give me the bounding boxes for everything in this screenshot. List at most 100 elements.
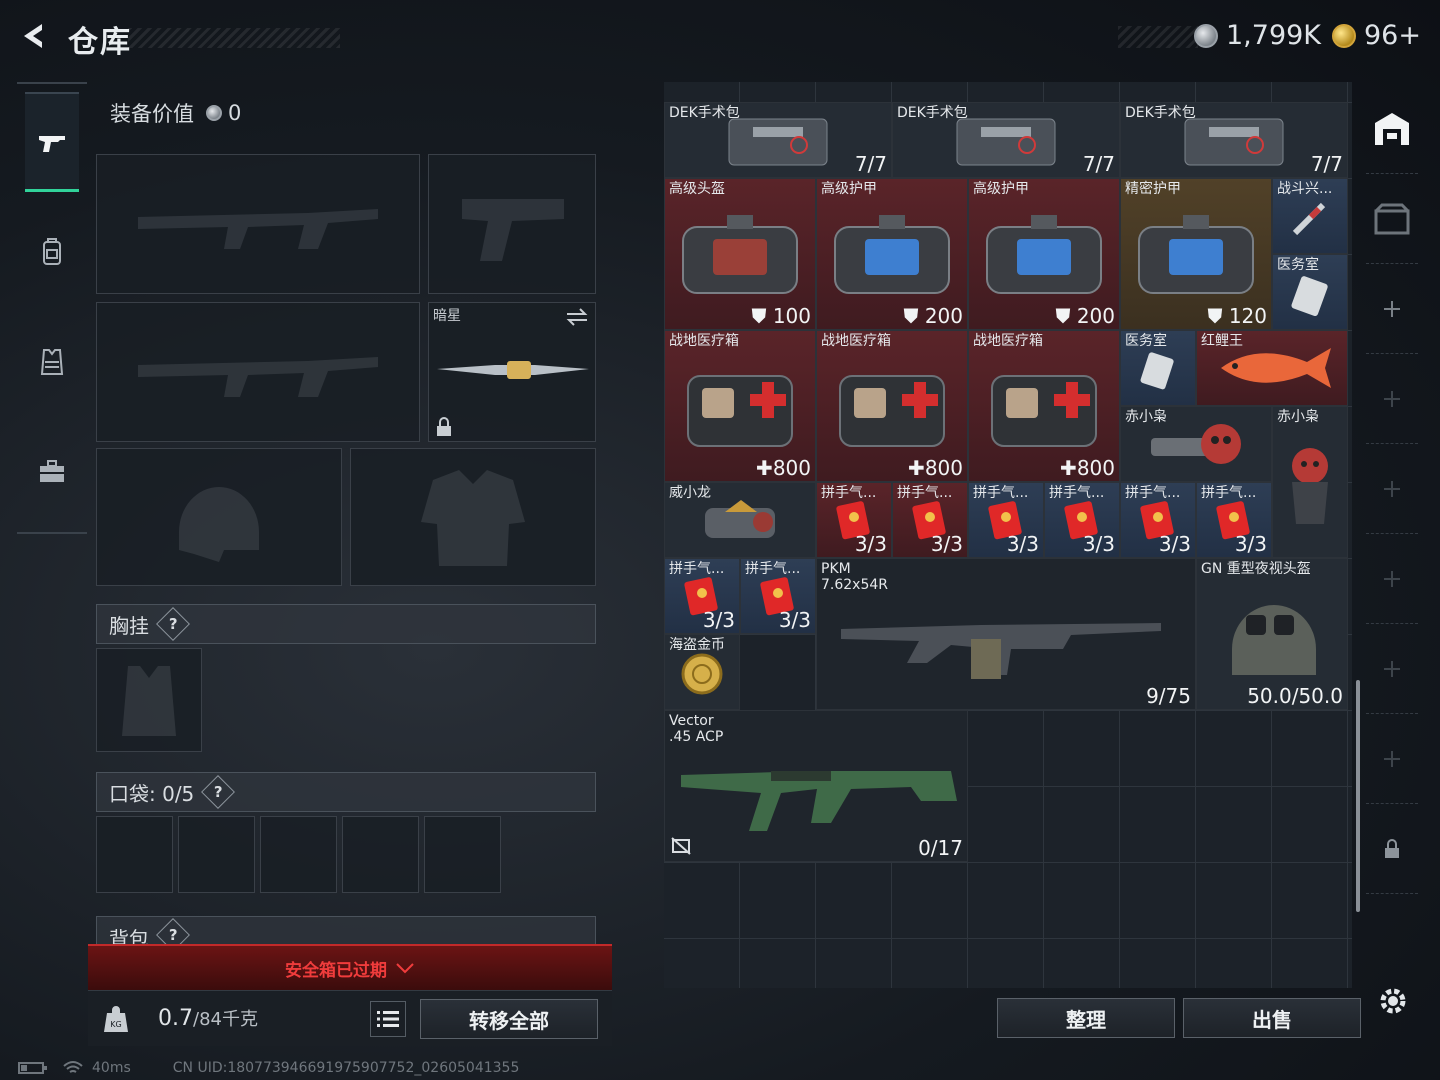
add-storage-button[interactable]: [1366, 624, 1418, 714]
safebox-expired-banner[interactable]: 安全箱已过期: [88, 944, 612, 990]
red-envelope-item[interactable]: 拼手气... 3/3: [968, 482, 1044, 558]
currency-coins-value: 1,799K: [1226, 20, 1322, 51]
carp-item[interactable]: 红鲤王: [1196, 330, 1348, 406]
warehouse-icon: [1375, 112, 1409, 145]
item-name: 拼手气...: [745, 561, 801, 577]
surgical-kit-item[interactable]: DEK手术包 7/7: [1120, 102, 1348, 178]
currency-tickets[interactable]: 96+: [1332, 20, 1421, 51]
machine-gun-icon: [841, 623, 1161, 679]
add-storage-button[interactable]: [1366, 444, 1418, 534]
list-view-button[interactable]: [370, 1001, 406, 1037]
pocket-slot[interactable]: [342, 816, 419, 893]
item-count: 3/3: [1234, 532, 1267, 556]
infirmary-item[interactable]: 医务室: [1120, 330, 1196, 406]
medkit-item[interactable]: 战地医疗箱 ✚800: [968, 330, 1120, 482]
add-storage-button[interactable]: [1366, 354, 1418, 444]
item-ammo: 0/17: [918, 836, 963, 860]
night-vision-helmet-item[interactable]: GN 重型夜视头盔 50.0/50.0: [1196, 558, 1348, 710]
vector-weapon-item[interactable]: Vector .45 ACP 0/17: [664, 710, 968, 862]
nav-toolbox[interactable]: [25, 422, 79, 522]
item-count: 3/3: [778, 608, 811, 632]
item-name: 红鲤王: [1201, 333, 1243, 349]
back-arrow-icon[interactable]: [16, 18, 52, 54]
weight-readout: 0.7/84千克: [158, 1005, 258, 1031]
pocket-slot[interactable]: [96, 816, 173, 893]
item-name: DEK手术包: [1125, 105, 1196, 121]
syringe-icon: [1292, 202, 1326, 236]
sort-button[interactable]: 整理: [997, 998, 1175, 1038]
add-storage-button[interactable]: [1366, 714, 1418, 804]
armor-slot[interactable]: [350, 448, 596, 586]
item-name: 战斗兴...: [1277, 181, 1333, 197]
red-envelope-item[interactable]: 拼手气... 3/3: [816, 482, 892, 558]
chest-rig-slot[interactable]: [96, 648, 202, 752]
pirate-coin-item[interactable]: 海盗金币: [664, 634, 740, 710]
armor-item[interactable]: 高级护甲 ⛊ 200: [968, 178, 1120, 330]
svg-text:KG: KG: [110, 1020, 121, 1029]
help-icon[interactable]: ?: [201, 775, 236, 809]
nav-backpack[interactable]: [25, 202, 79, 302]
medkit-item[interactable]: 战地医疗箱 ✚800: [664, 330, 816, 482]
item-name: 医务室: [1277, 257, 1319, 273]
owl-figure-item[interactable]: 赤小枭: [1120, 406, 1272, 482]
red-envelope-item[interactable]: 拼手气... 3/3: [1044, 482, 1120, 558]
pkm-weapon-item[interactable]: PKM 7.62x54R 9/75: [816, 558, 1196, 710]
item-count: 3/3: [1006, 532, 1039, 556]
red-envelope-item[interactable]: 拼手气... 3/3: [1120, 482, 1196, 558]
stim-item[interactable]: 战斗兴...: [1272, 178, 1348, 254]
add-storage-button[interactable]: [1366, 264, 1418, 354]
item-name: 拼手气...: [897, 485, 953, 501]
primary-weapon-slot[interactable]: [96, 154, 420, 294]
help-icon[interactable]: ?: [156, 607, 190, 641]
nav-weapons[interactable]: [25, 92, 79, 192]
owl-figure-item[interactable]: 赤小枭: [1272, 406, 1348, 558]
secondary-weapon-slot[interactable]: [96, 302, 420, 442]
helmet-item[interactable]: 高级头盔 ⛊ 100: [664, 178, 816, 330]
surgical-kit-item[interactable]: DEK手术包 7/7: [892, 102, 1120, 178]
dragon-figure-item[interactable]: 威小龙: [664, 482, 816, 558]
currency-coins: 1,799K: [1194, 20, 1321, 51]
surgical-kit-item[interactable]: DEK手术包 7/7: [664, 102, 892, 178]
melee-slot[interactable]: 暗星: [428, 302, 596, 442]
item-ammo: 9/75: [1146, 684, 1191, 708]
item-count: 3/3: [1082, 532, 1115, 556]
grid-scrollbar[interactable]: [1356, 680, 1360, 912]
infirmary-item[interactable]: 医务室: [1272, 254, 1348, 330]
swap-icon[interactable]: [565, 307, 589, 327]
helmet-silhouette-icon: [179, 487, 259, 562]
medkit-item[interactable]: 战地医疗箱 ✚800: [816, 330, 968, 482]
gear-icon[interactable]: [1376, 984, 1410, 1018]
red-envelope-item[interactable]: 拼手气... 3/3: [1196, 482, 1272, 558]
plus-icon: [1384, 390, 1400, 407]
ping: 40ms: [92, 1060, 131, 1076]
red-envelope-item[interactable]: 拼手气... 3/3: [892, 482, 968, 558]
red-envelope-item[interactable]: 拼手气... 3/3: [664, 558, 740, 634]
locked-storage[interactable]: [1366, 804, 1418, 894]
rifle-silhouette-icon: [138, 209, 378, 249]
armor-item[interactable]: 高级护甲 ⛊ 200: [816, 178, 968, 330]
page-title: 仓库: [68, 25, 132, 60]
right-nav: [1366, 84, 1418, 904]
toolbox-icon: [40, 460, 64, 482]
item-durability: ⛊ 200: [903, 304, 963, 328]
red-envelope-item[interactable]: 拼手气... 3/3: [740, 558, 816, 634]
warehouse-grid[interactable]: DEK手术包 7/7 DEK手术包 7/7 DEK手术包 7/7 高级头盔 ⛊ …: [664, 82, 1352, 988]
pocket-slot[interactable]: [424, 816, 501, 893]
warehouse-tab[interactable]: [1366, 84, 1418, 174]
sidearm-slot[interactable]: [428, 154, 596, 294]
item-durability: 50.0/50.0: [1247, 684, 1343, 708]
helmet-slot[interactable]: [96, 448, 342, 586]
item-durability: ⛊ 200: [1055, 304, 1115, 328]
smg-icon: [681, 771, 957, 831]
pocket-slot[interactable]: [178, 816, 255, 893]
item-name: 拼手气...: [669, 561, 725, 577]
pocket-slot[interactable]: [260, 816, 337, 893]
precision-armor-item[interactable]: 精密护甲 ⛊ 120: [1120, 178, 1272, 330]
transfer-all-button[interactable]: 转移全部: [420, 999, 598, 1039]
armor-bag-icon: [682, 215, 798, 294]
sell-button[interactable]: 出售: [1183, 998, 1361, 1038]
add-storage-button[interactable]: [1366, 534, 1418, 624]
item-name: DEK手术包: [669, 105, 740, 121]
storage-tab[interactable]: [1366, 174, 1418, 264]
nav-vest[interactable]: [25, 312, 79, 412]
